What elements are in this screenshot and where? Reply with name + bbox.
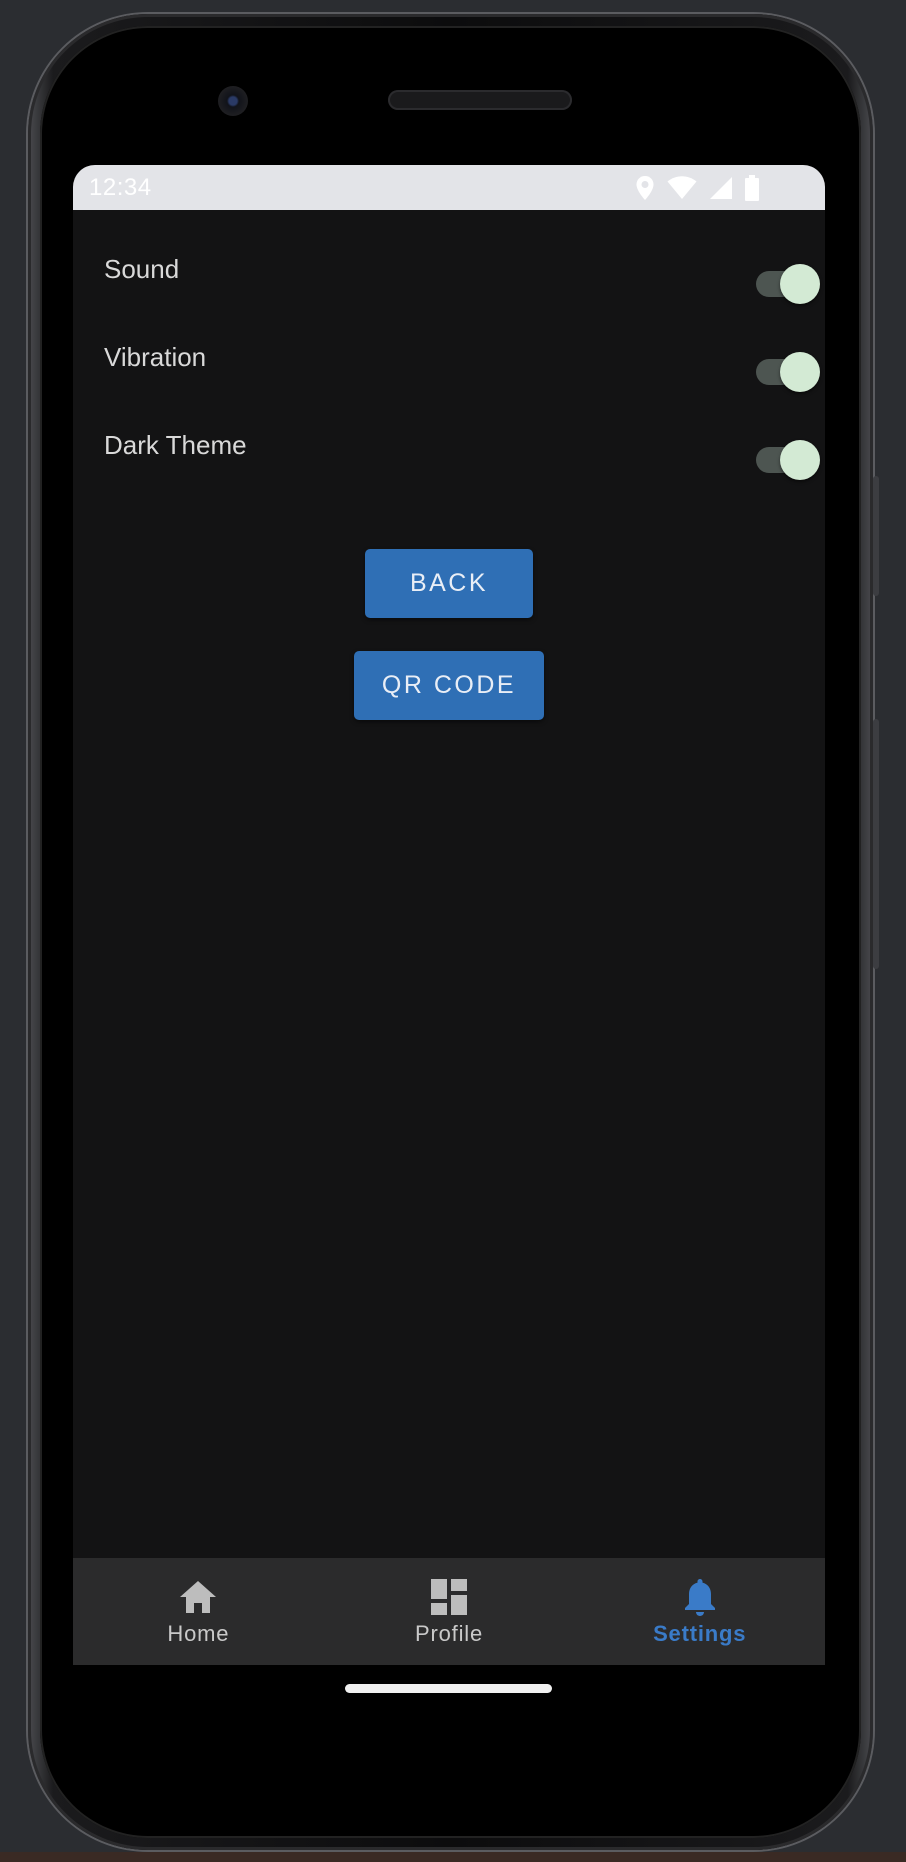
qr-code-button[interactable]: QR CODE	[354, 651, 544, 720]
bell-icon	[683, 1577, 717, 1617]
sound-toggle[interactable]	[756, 264, 820, 304]
toggle-thumb	[780, 352, 820, 392]
earpiece-speaker	[388, 90, 572, 110]
home-indicator[interactable]	[345, 1684, 552, 1693]
front-camera	[218, 86, 248, 116]
back-button[interactable]: BACK	[365, 549, 533, 618]
bottom-navigation: Home Profile Settings	[73, 1558, 825, 1665]
dashboard-icon	[430, 1577, 468, 1617]
setting-label: Sound	[104, 254, 180, 284]
power-button[interactable]	[873, 476, 879, 596]
nav-label: Home	[167, 1620, 230, 1646]
volume-button[interactable]	[873, 719, 879, 969]
toggle-thumb	[780, 264, 820, 304]
home-icon	[178, 1577, 218, 1617]
app-screen: 12:34 Sound Vibration Dark Theme BACK QR…	[73, 165, 825, 1665]
nav-item-home[interactable]: Home	[73, 1558, 324, 1665]
dark-theme-toggle[interactable]	[756, 440, 820, 480]
vibration-toggle[interactable]	[756, 352, 820, 392]
setting-row-vibration: Vibration	[73, 330, 825, 392]
nav-label: Profile	[415, 1620, 483, 1646]
device-stage: 12:34 Sound Vibration Dark Theme BACK QR…	[0, 0, 906, 1862]
nav-item-settings[interactable]: Settings	[574, 1558, 825, 1665]
status-time: 12:34	[89, 173, 152, 201]
setting-label: Dark Theme	[104, 430, 247, 460]
setting-label: Vibration	[104, 342, 207, 372]
cellular-signal-icon	[709, 176, 733, 200]
status-icons	[635, 174, 759, 201]
background-strip	[0, 1852, 906, 1862]
setting-row-dark-theme: Dark Theme	[73, 418, 825, 480]
status-bar: 12:34	[73, 165, 825, 210]
location-icon	[635, 175, 655, 201]
setting-row-sound: Sound	[73, 242, 825, 304]
nav-label: Settings	[653, 1620, 747, 1646]
battery-icon	[745, 174, 759, 201]
nav-item-profile[interactable]: Profile	[324, 1558, 575, 1665]
toggle-thumb	[780, 440, 820, 480]
wifi-icon	[667, 175, 697, 200]
